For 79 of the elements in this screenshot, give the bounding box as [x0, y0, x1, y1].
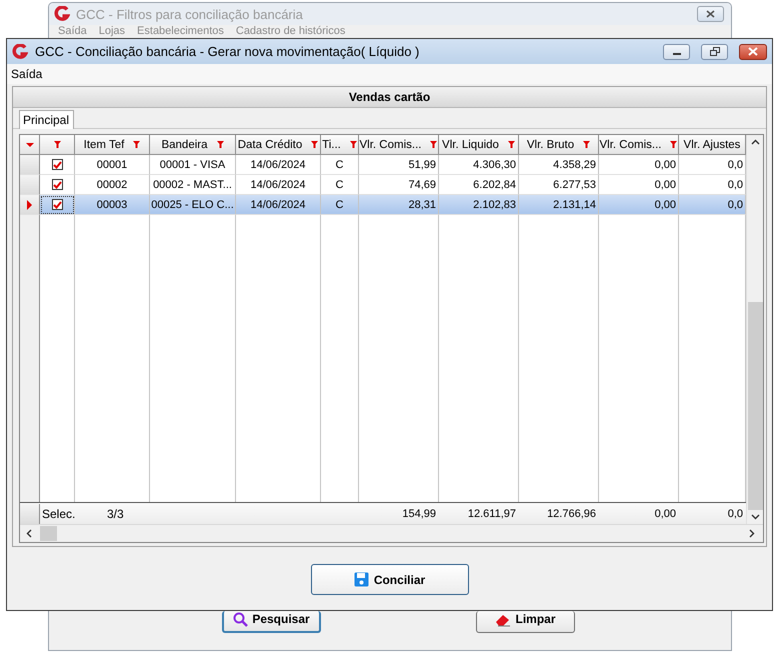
- column-header[interactable]: Vlr. Liquido: [439, 135, 519, 155]
- save-button[interactable]: Conciliar: [310, 564, 468, 595]
- column-header[interactable]: Item Tef: [75, 135, 150, 155]
- filter-icon: [216, 141, 224, 148]
- summary-label: Selec.: [42, 506, 76, 520]
- minimize-button[interactable]: [663, 44, 690, 60]
- table-cell: 0,00: [599, 195, 679, 215]
- window-title: GCC - Conciliação bancária - Gerar nova movimentação( Líquido ): [35, 44, 420, 59]
- close-button[interactable]: [697, 6, 724, 22]
- filter-icon: [133, 141, 140, 148]
- filter-icon: [508, 141, 515, 148]
- scroll-left-icon: [26, 529, 32, 538]
- window-title: GCC - Filtros para conciliação bancária: [76, 6, 303, 22]
- filter-icon: [430, 141, 438, 148]
- eraser-icon: [495, 612, 512, 628]
- total-value: 0,00: [654, 508, 676, 520]
- table-cell: 00003: [75, 195, 150, 215]
- table-cell: C: [321, 195, 359, 215]
- table-cell: 00001 - VISA: [150, 155, 236, 175]
- table-cell: 2.131,14: [519, 195, 599, 215]
- total-value: 12.766,96: [547, 508, 596, 520]
- filter-icon: [583, 141, 590, 148]
- menu-item[interactable]: Saída: [11, 67, 42, 81]
- search-icon: [233, 612, 248, 627]
- sort-arrow-icon: [26, 142, 34, 146]
- table-cell: 51,99: [359, 155, 439, 175]
- horizontal-scrollbar[interactable]: [20, 524, 763, 542]
- close-icon: [706, 10, 715, 18]
- search-button[interactable]: Pesquisar: [222, 611, 321, 633]
- table-cell: 2.102,83: [439, 195, 519, 215]
- logo-icon: [54, 6, 70, 22]
- checkbox[interactable]: [52, 179, 62, 190]
- column-header[interactable]: Bandeira: [150, 135, 236, 155]
- table-cell: 0,00: [599, 155, 679, 175]
- table-cell: 4.358,29: [519, 155, 599, 175]
- column-header[interactable]: Vlr. Comis...: [599, 135, 679, 155]
- table-cell: 14/06/2024: [236, 195, 321, 215]
- filter-icon: [54, 141, 60, 148]
- table-row[interactable]: 00003 00025 - ELO C... 14/06/2024 C 28,31 2.102,83 2.131,14 0,00 0,0: [20, 195, 746, 215]
- scroll-down-icon: [750, 514, 760, 520]
- table-cell: 00025 - ELO C...: [150, 195, 236, 215]
- scrollbar-thumb[interactable]: [748, 302, 762, 510]
- close-icon: [748, 47, 758, 56]
- tab[interactable]: Principal: [19, 110, 74, 129]
- filter-icon: [670, 141, 678, 148]
- total-value: 12.611,97: [468, 508, 516, 520]
- total-value: 0,0: [728, 508, 743, 520]
- table-cell: C: [321, 155, 359, 175]
- table-row[interactable]: 00001 00001 - VISA 14/06/2024 C 51,99 4.306,30 4.358,29 0,00 0,0: [20, 155, 746, 175]
- scroll-right-icon: [749, 529, 755, 538]
- restore-button[interactable]: [701, 44, 728, 60]
- clear-button[interactable]: Limpar: [476, 611, 575, 633]
- summary-count: 3/3: [107, 506, 124, 520]
- total-value: 154,99: [402, 508, 436, 520]
- scroll-up-icon: [750, 139, 760, 145]
- row-header-cell[interactable]: [20, 155, 40, 175]
- restore-icon: [710, 47, 720, 56]
- row-header-cell[interactable]: [20, 195, 40, 215]
- checkbox[interactable]: [52, 159, 62, 170]
- table-cell: 00001: [75, 155, 150, 175]
- row-header-cell[interactable]: [20, 175, 40, 195]
- filter-icon: [350, 141, 357, 148]
- column-header[interactable]: Ti...: [321, 135, 359, 155]
- table-cell: 4.306,30: [439, 155, 519, 175]
- close-button[interactable]: [739, 44, 767, 60]
- column-header[interactable]: Vlr. Ajustes: [679, 135, 746, 155]
- vertical-scrollbar[interactable]: [746, 135, 763, 524]
- column-header[interactable]: Data Crédito: [236, 135, 321, 155]
- column-header[interactable]: Vlr. Comis...: [359, 135, 439, 155]
- header-cell[interactable]: [40, 135, 75, 155]
- table-cell: 14/06/2024: [236, 155, 321, 175]
- column-header[interactable]: Vlr. Bruto: [519, 135, 599, 155]
- scrollbar-thumb[interactable]: [40, 526, 57, 541]
- table-cell: 28,31: [359, 195, 439, 215]
- filter-icon: [311, 141, 318, 148]
- row-header-cell[interactable]: [20, 135, 40, 155]
- logo-icon: [12, 44, 28, 60]
- table-cell: 0,0: [679, 195, 746, 215]
- checkbox[interactable]: [52, 199, 62, 210]
